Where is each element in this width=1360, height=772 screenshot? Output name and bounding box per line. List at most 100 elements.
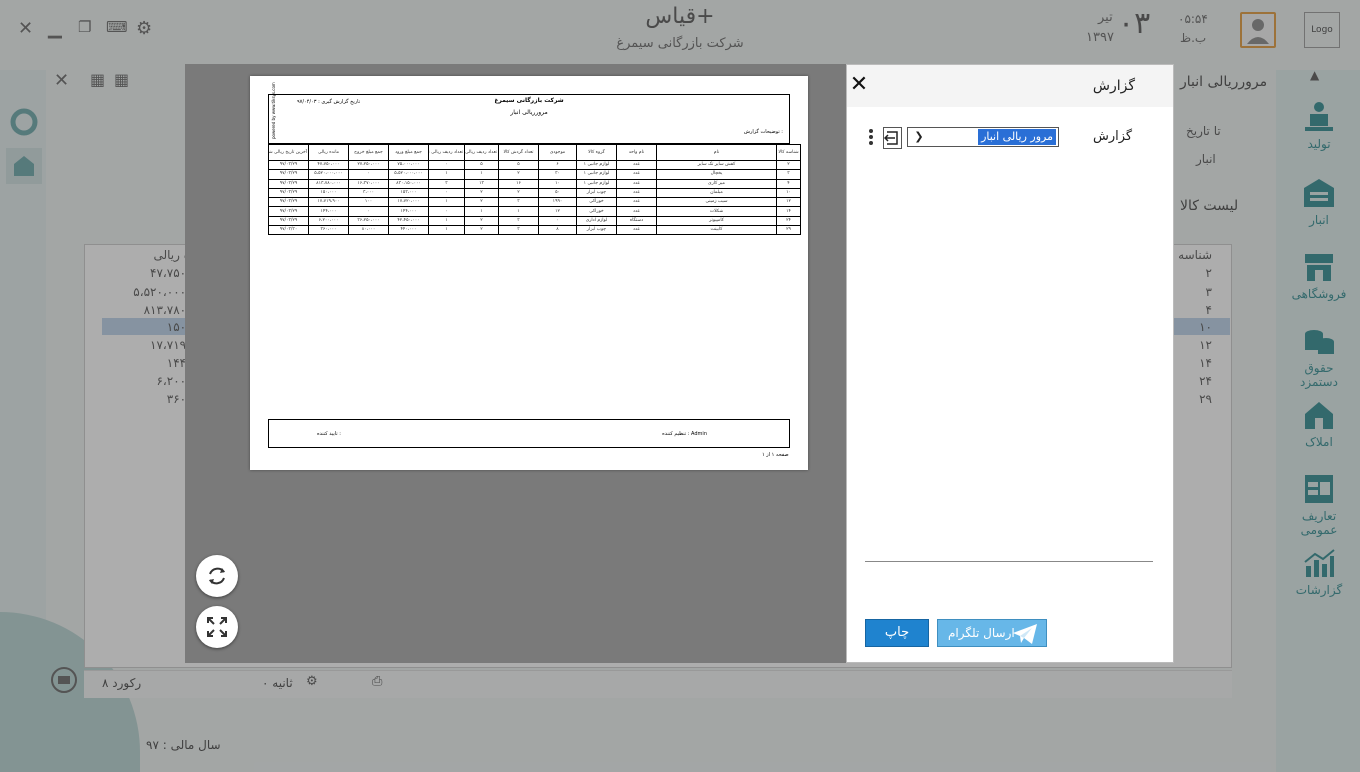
report-col-header: مانده ریالی: [308, 144, 349, 161]
report-table-cell: ۸۰،۰۰۰: [348, 225, 389, 236]
report-table-cell: ۴۷،۷۵۰،۰۰۰: [308, 159, 349, 171]
report-select-value: مرور ریالی انبار: [978, 129, 1056, 145]
report-table-cell: ۵،۵۲۰،۰۰۰،۰۰۰: [308, 169, 349, 180]
report-table-cell: ۳۶۰،۰۰۰: [308, 225, 349, 236]
report-title: مرورریالی انبار: [510, 109, 548, 116]
report-col-header: تعداد ردیف ریالی نشده: [464, 144, 499, 161]
report-table-row: ۲۴ کامپیوتر دستگاه لوازم اداری ۰ ۳ ۲ ۱ ۴۲،۴۵۰،۰۰…: [268, 215, 801, 227]
report-date: تاریخ گزارش گیری : ۹۷/۰۴/۰۳: [297, 99, 361, 105]
report-table-cell: ۵: [498, 159, 539, 171]
report-table-cell: ۶،۲۰۰،۰۰۰: [308, 215, 349, 227]
report-table-cell: ۸۳۰،۱۵۰،۰۰۰: [388, 178, 429, 189]
report-table-cell: دستگاه: [616, 215, 657, 227]
report-table-cell: ۱۰: [538, 178, 577, 189]
report-table-row: ۲ کفش سایز تک سایز عدد لوازم جانبی ۱ ۶ ۵ ۵ ۰ ۷۵،…: [268, 159, 801, 171]
report-table-cell: عدد: [616, 159, 657, 171]
report-table-cell: ۱: [498, 206, 539, 217]
report-table-cell: لوازم جانبی ۱: [576, 178, 617, 189]
dialog-header: گزارش ✕: [847, 65, 1173, 107]
report-table-cell: ۹۷/۰۳/۲۹: [268, 215, 309, 227]
report-table-cell: ۱۰۰: [348, 197, 389, 208]
report-table-cell: ۱۹۹۰: [538, 197, 577, 208]
powered-by: powered by www.tiksys.com: [271, 82, 276, 139]
report-table-cell: ۱۶،۳۷۰،۰۰۰: [348, 178, 389, 189]
report-col-header: جمع مبلغ خروج: [348, 144, 389, 161]
report-col-header: نام واحد: [616, 144, 657, 161]
report-table-cell: ۹۷/۰۳/۲۹: [268, 187, 309, 199]
report-table-cell: مبلمان: [656, 187, 777, 199]
report-col-header: آخرین تاریخ ریالی شده: [268, 144, 309, 161]
report-table-cell: خوراکی: [576, 197, 617, 208]
print-button[interactable]: چاپ: [865, 619, 929, 647]
report-table-cell: ۸: [538, 225, 577, 236]
report-table-cell: عدد: [616, 206, 657, 217]
report-table-body: ۲ کفش سایز تک سایز عدد لوازم جانبی ۱ ۶ ۵ ۵ ۰ ۷۵،…: [268, 159, 801, 236]
report-table-cell: سیب زمینی: [656, 197, 777, 208]
report-table-cell: ۲: [776, 159, 801, 171]
report-table-cell: ۹۷/۰۳/۲۹: [268, 169, 309, 180]
report-table-cell: ۳: [498, 225, 539, 236]
report-col-header: گروه کالا: [576, 144, 617, 161]
report-table-cell: ۵۰: [538, 187, 577, 199]
report-col-header: جمع مبلغ ورود: [388, 144, 429, 161]
report-table-cell: ۱۳: [464, 178, 499, 189]
report-table-cell: عدد: [616, 225, 657, 236]
report-page-number: صفحه ۱ از ۱: [762, 452, 789, 458]
report-table-cell: ۳: [776, 169, 801, 180]
expand-icon: [207, 617, 227, 637]
report-table-cell: ۵،۵۲۰،۰۰۰،۰۰۰: [388, 169, 429, 180]
report-table-cell: ۲: [464, 187, 499, 199]
report-table-cell: عدد: [616, 169, 657, 180]
report-page: شرکت بازرگانی سیمرغ مرورریالی انبار تاری…: [250, 76, 808, 470]
dialog-divider: [865, 561, 1153, 562]
more-options-icon[interactable]: [865, 127, 877, 149]
close-icon[interactable]: ✕: [849, 73, 869, 97]
report-table-cell: ۹۷/۰۳/۲۹: [268, 206, 309, 217]
report-table-cell: ۰: [428, 159, 465, 171]
report-table-cell: شکلات: [656, 206, 777, 217]
report-table-cell: ۴۴۰،۰۰۰: [388, 225, 429, 236]
refresh-icon: [209, 567, 225, 585]
report-table-cell: میز کاری: [656, 178, 777, 189]
report-table-cell: ۱: [464, 169, 499, 180]
report-col-header: موجودی: [538, 144, 577, 161]
report-table-row: ۴ میز کاری عدد لوازم جانبی ۱ ۱۰ ۱۶ ۱۳ ۳ ۸۳۰،۱۵۰،…: [268, 178, 801, 189]
report-table-cell: ۰: [538, 215, 577, 227]
report-table-cell: عدد: [616, 178, 657, 189]
report-table-cell: عدد: [616, 187, 657, 199]
report-select[interactable]: مرور ریالی انبار ❯: [907, 127, 1059, 147]
refresh-button[interactable]: [196, 555, 238, 597]
report-col-header: تعداد گردش کالا: [498, 144, 539, 161]
fullscreen-button[interactable]: [196, 606, 238, 648]
report-col-header: شناسه کالا: [776, 144, 801, 161]
report-table-row: ۱۴ شکلات عدد خوراکی ۱۲ ۱ ۱ ۰ ۱۴۴،۰۰۰ ۰ ۱۴۴،۰۰۰ ۹۷/۰…: [268, 206, 801, 217]
report-table-cell: خوراکی: [576, 206, 617, 217]
report-table-cell: ۱۵۰،۰۰۰: [308, 187, 349, 199]
report-table-cell: ۳۰: [538, 169, 577, 180]
report-table-cell: ۱۲: [776, 197, 801, 208]
report-table-cell: ۱۲: [538, 206, 577, 217]
report-table-cell: ۹۷/۰۳/۳۰: [268, 225, 309, 236]
report-table-cell: لوازم جانبی ۱: [576, 159, 617, 171]
report-table-cell: ۰: [428, 206, 465, 217]
report-table-row: ۲۹ کابینت عدد چوب ابزار ۸ ۳ ۲ ۱ ۴۴۰،۰۰۰ ۸۰،۰۰۰ ۳۶۰…: [268, 225, 801, 236]
report-table-cell: ۱۴۴،۰۰۰: [388, 206, 429, 217]
report-table-cell: ۱۷،۷۱۹،۹۰۰: [308, 197, 349, 208]
send-telegram-button[interactable]: ارسال تلگرام: [937, 619, 1047, 647]
report-table-cell: ۲: [464, 225, 499, 236]
report-table-row: ۱۰ مبلمان عدد چوب ابزار ۵۰ ۲ ۲ ۰ ۱۵۳،۰۰۰ ۳،۰۰۰ ۱۵۰…: [268, 187, 801, 199]
report-table-cell: ۱۵۳،۰۰۰: [388, 187, 429, 199]
report-table-cell: ۳۶،۲۵۰،۰۰۰: [348, 215, 389, 227]
report-table-cell: ۴: [776, 178, 801, 189]
report-table-cell: ۹۷/۰۳/۲۹: [268, 197, 309, 208]
report-table-cell: ۱۴: [776, 206, 801, 217]
report-table-cell: ۳: [498, 215, 539, 227]
report-table-cell: ۱۰: [776, 187, 801, 199]
report-table-cell: ۹۷/۰۳/۲۹: [268, 178, 309, 189]
chevron-down-icon: ❯: [914, 130, 924, 143]
report-table-cell: ۰: [428, 187, 465, 199]
report-table-cell: ۶: [538, 159, 577, 171]
report-table-header-row: شناسه کالا نام نام واحد گروه کالا موجودی…: [268, 144, 801, 161]
report-table-cell: ۳،۰۰۰: [348, 187, 389, 199]
export-button[interactable]: [883, 127, 902, 149]
